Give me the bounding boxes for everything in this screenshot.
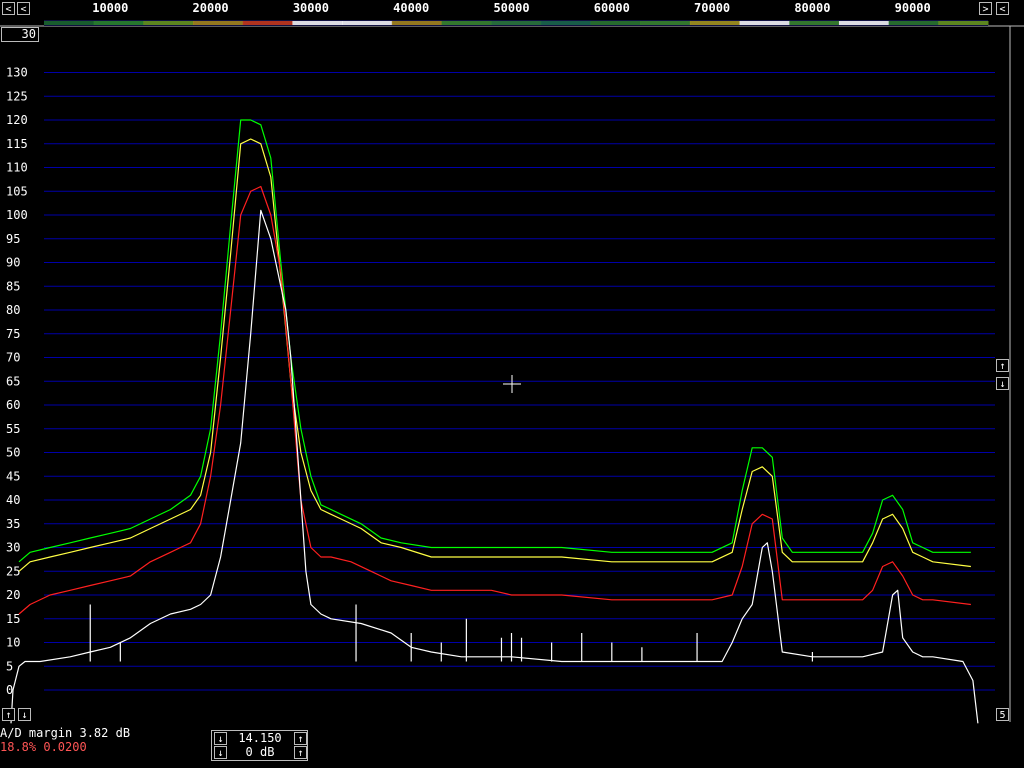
y-tick-label: 20 (6, 588, 20, 602)
arrow-down-icon: ↓ (21, 710, 28, 721)
x-tick-label: 20000 (193, 1, 229, 15)
spectrum-plot[interactable]: 10000 20000 30000 40000 50000 60000 70000 80000… (0, 0, 1024, 768)
y-tick-label: 120 (6, 113, 28, 127)
waterfall-segment (789, 21, 840, 25)
scroll-right-fine-button[interactable]: < (996, 2, 1009, 15)
waterfall-segment (689, 21, 741, 25)
x-tick-label: 70000 (694, 1, 730, 15)
y-tick-label: 45 (6, 469, 20, 483)
y-tick-label: 125 (6, 89, 28, 103)
gain-top-down-button[interactable]: ↓ (214, 732, 227, 745)
y-tick-label: 35 (6, 517, 20, 531)
corner-right-label: 5 (999, 710, 1006, 721)
scroll-left-fine-button[interactable]: < (17, 2, 30, 15)
x-tick-label: 40000 (393, 1, 429, 15)
arrow-down-icon: ↓ (999, 379, 1006, 390)
display-value: 30 (21, 27, 36, 41)
waterfall-segment (590, 21, 641, 25)
y-tick-label: 95 (6, 232, 20, 246)
y-tick-label: 115 (6, 137, 28, 151)
bottom-left-up-button[interactable]: ↑ (2, 708, 15, 721)
bottom-left-down-button[interactable]: ↓ (18, 708, 31, 721)
y-tick-label: 40 (6, 493, 20, 507)
waterfall-strip-colors (44, 21, 989, 25)
chevron-left-icon: < (999, 4, 1006, 15)
waterfall-segment (888, 21, 939, 25)
scroll-right-button[interactable]: > (979, 2, 992, 15)
chevron-left-icon: < (5, 4, 12, 15)
x-tick-label: 30000 (293, 1, 329, 15)
gain-bottom-up-button[interactable]: ↑ (294, 746, 307, 759)
y-tick-label: 105 (6, 184, 28, 198)
waterfall-segment (739, 21, 790, 25)
arrow-down-icon: ↓ (217, 734, 224, 745)
corner-right-button[interactable]: 5 (996, 708, 1009, 721)
arrow-up-icon: ↑ (999, 361, 1006, 372)
waterfall-segment (193, 21, 244, 25)
y-tick-label: 80 (6, 303, 20, 317)
y-tick-label: 75 (6, 327, 20, 341)
y-tick-label: 25 (6, 564, 20, 578)
waterfall-segment (540, 21, 592, 25)
y-tick-label: 70 (6, 351, 20, 365)
y-tick-label: 90 (6, 256, 20, 270)
y-tick-label: 15 (6, 612, 20, 626)
y-tick-label: 55 (6, 422, 20, 436)
level-down-button[interactable]: ↓ (996, 377, 1009, 390)
arrow-up-icon: ↑ (297, 734, 304, 745)
y-tick-label: 85 (6, 279, 20, 293)
gain-value-bottom[interactable]: 0 dB (232, 745, 288, 759)
chevron-right-icon: > (982, 4, 989, 15)
ad-margin-status: A/D margin 3.82 dB (0, 726, 131, 740)
gain-control-box: ↓ ↑ ↓ ↑ 14.150 0 dB (211, 730, 308, 761)
y-tick-label: 110 (6, 161, 28, 175)
waterfall-segment (292, 21, 343, 25)
gain-top-up-button[interactable]: ↑ (294, 732, 307, 745)
gain-bottom-down-button[interactable]: ↓ (214, 746, 227, 759)
waterfall-segment (441, 21, 492, 25)
waterfall-segment (93, 21, 144, 25)
percent-status: 18.8% 0.0200 (0, 740, 87, 754)
level-up-button[interactable]: ↑ (996, 359, 1009, 372)
y-tick-label: 5 (6, 659, 13, 673)
waterfall-segment (491, 21, 542, 25)
y-tick-label: 100 (6, 208, 28, 222)
x-tick-label: 80000 (794, 1, 830, 15)
y-tick-label: 30 (6, 541, 20, 555)
x-axis-tick-labels: 10000 20000 30000 40000 50000 60000 70000 80000… (92, 1, 931, 15)
waterfall-segment (391, 21, 442, 25)
waterfall-segment (640, 21, 691, 25)
arrow-down-icon: ↓ (217, 748, 224, 759)
display-value-box[interactable]: 30 (1, 27, 39, 42)
chevron-left-icon: < (20, 4, 27, 15)
y-tick-label: 130 (6, 66, 28, 80)
waterfall-segment (44, 21, 95, 25)
arrow-up-icon: ↑ (297, 748, 304, 759)
x-tick-label: 10000 (92, 1, 128, 15)
arrow-up-icon: ↑ (5, 710, 12, 721)
x-tick-label: 60000 (594, 1, 630, 15)
waterfall-segment (342, 21, 393, 25)
y-tick-label: 65 (6, 374, 20, 388)
gain-value-top[interactable]: 14.150 (232, 731, 288, 745)
x-tick-label: 90000 (895, 1, 931, 15)
waterfall-segment (242, 21, 293, 25)
waterfall-segment (838, 21, 890, 25)
scroll-left-button[interactable]: < (2, 2, 15, 15)
y-tick-label: 10 (6, 636, 20, 650)
waterfall-segment (143, 21, 194, 25)
waterfall-segment (938, 21, 989, 25)
y-tick-label: 50 (6, 446, 20, 460)
x-tick-label: 50000 (493, 1, 529, 15)
y-tick-label: 60 (6, 398, 20, 412)
